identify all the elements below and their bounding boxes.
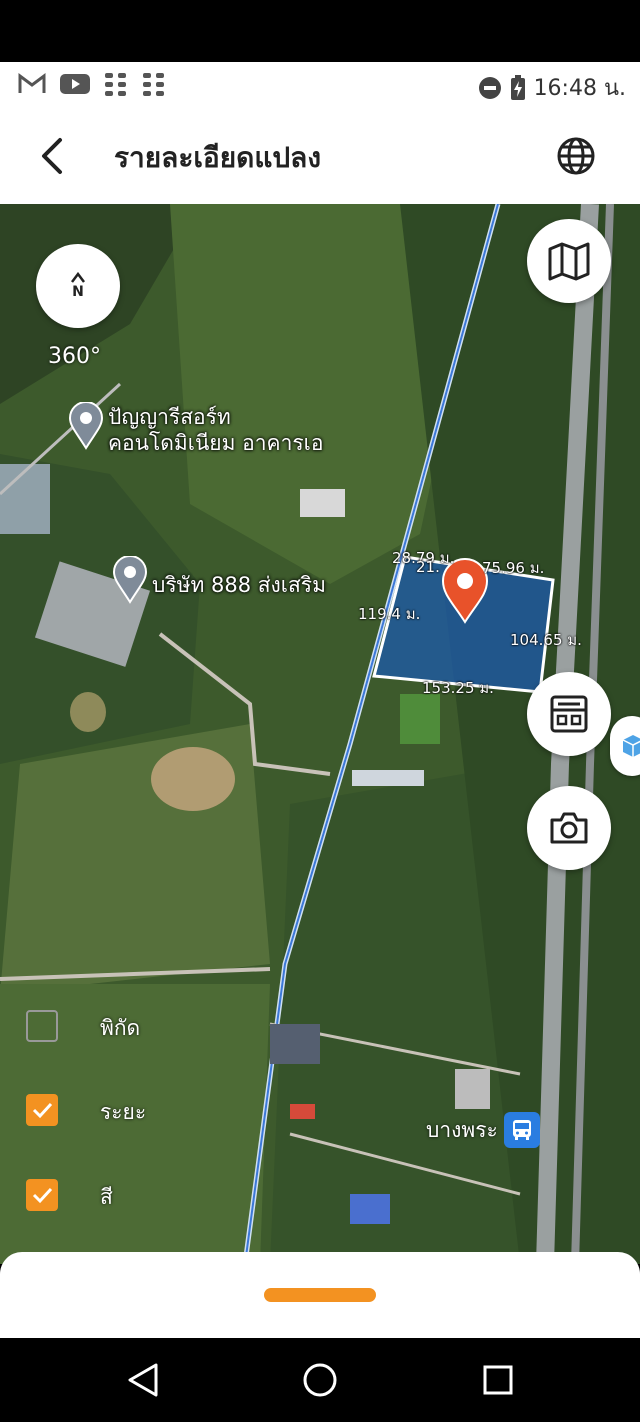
compass-letter: N bbox=[72, 284, 84, 300]
gmail-icon bbox=[18, 73, 46, 93]
calculator-icon bbox=[550, 695, 588, 733]
bus-station-label[interactable]: บางพระ bbox=[426, 1112, 540, 1148]
layer-checkbox-distance[interactable] bbox=[26, 1094, 58, 1126]
poi-name-line: คอนโดมิเนียม อาคารเอ bbox=[108, 431, 324, 455]
poi-name-line: บริษัท 888 ส่งเสริม bbox=[152, 573, 326, 597]
cube-icon bbox=[622, 735, 640, 757]
poi-pin-icon bbox=[68, 402, 104, 450]
status-time: 16:48 น. bbox=[533, 76, 626, 101]
plot-dimension-label: 21. bbox=[416, 558, 440, 576]
sheet-drag-handle[interactable] bbox=[264, 1288, 376, 1302]
layer-label: ระยะ bbox=[100, 1100, 147, 1124]
top-black-bar bbox=[0, 0, 640, 62]
calculator-button[interactable] bbox=[527, 672, 611, 756]
layer-checkbox-color[interactable] bbox=[26, 1179, 58, 1211]
bus-icon bbox=[503, 1112, 540, 1148]
system-nav-bar bbox=[0, 1338, 640, 1422]
nav-home-icon[interactable] bbox=[302, 1362, 338, 1398]
camera-icon bbox=[550, 812, 588, 844]
nav-recents-icon[interactable] bbox=[482, 1364, 514, 1396]
plot-dimension-label: 153.25 ม. bbox=[422, 679, 494, 697]
battery-charging-icon bbox=[510, 74, 525, 100]
camera-button[interactable] bbox=[527, 786, 611, 870]
bottom-sheet[interactable] bbox=[0, 1252, 640, 1338]
app-header: รายละเอียดแปลง bbox=[0, 108, 640, 204]
rotation-label: 360° bbox=[48, 344, 101, 369]
station-name: บางพระ bbox=[426, 1117, 498, 1142]
status-bar: 16:48 น. bbox=[0, 62, 640, 108]
compass-button[interactable]: N bbox=[36, 244, 120, 328]
satellite-map[interactable]: N 360° ปัญญารีสอร์ท คอนโดมิเนียม อาคารเอ… bbox=[0, 204, 640, 1264]
plot-dimension-label: 119.4 ม. bbox=[358, 605, 421, 623]
apps-grid-icon bbox=[143, 73, 164, 96]
apps-grid-icon bbox=[105, 73, 126, 96]
poi-name-line: ปัญญารีสอร์ท bbox=[108, 405, 231, 429]
globe-icon[interactable] bbox=[552, 132, 600, 180]
north-arrow-icon bbox=[71, 272, 85, 283]
layer-checkbox-coordinates[interactable] bbox=[26, 1010, 58, 1042]
poi-pin-icon bbox=[112, 556, 148, 604]
youtube-icon bbox=[60, 74, 90, 94]
page-title: รายละเอียดแปลง bbox=[114, 141, 321, 174]
map-icon bbox=[548, 242, 590, 281]
nav-back-icon[interactable] bbox=[126, 1362, 160, 1398]
check-icon bbox=[32, 1187, 53, 1204]
plot-dimension-label: 75.96 ม. bbox=[482, 559, 545, 577]
map-type-button[interactable] bbox=[527, 219, 611, 303]
check-icon bbox=[32, 1102, 53, 1119]
poi-label[interactable]: บริษัท 888 ส่งเสริม bbox=[152, 572, 326, 598]
poi-label[interactable]: ปัญญารีสอร์ท คอนโดมิเนียม อาคารเอ bbox=[108, 404, 323, 456]
layer-label: สี bbox=[100, 1185, 113, 1209]
plot-dimension-label: 104.65 ม. bbox=[510, 631, 582, 649]
layer-label: พิกัด bbox=[100, 1016, 141, 1040]
do-not-disturb-icon bbox=[478, 76, 501, 99]
3d-view-button[interactable] bbox=[610, 716, 640, 776]
back-icon[interactable] bbox=[34, 132, 74, 180]
